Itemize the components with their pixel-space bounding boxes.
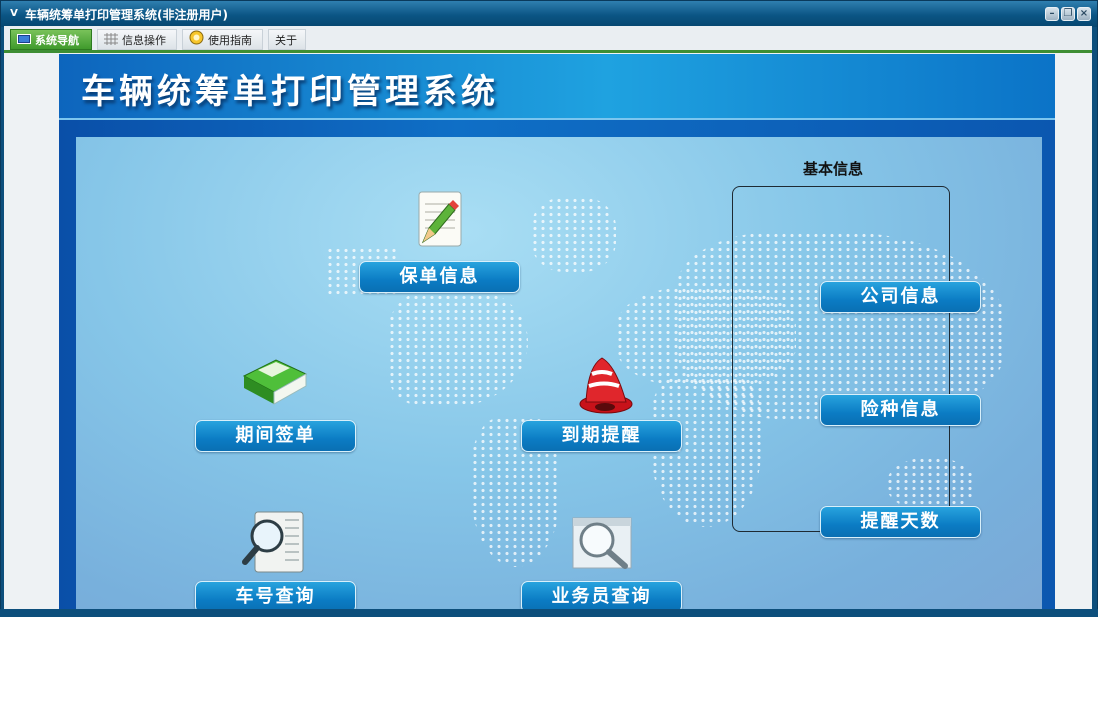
tab-about[interactable]: 关于	[268, 29, 306, 50]
tab-label: 关于	[275, 34, 297, 47]
document-edit-icon[interactable]	[413, 190, 465, 252]
page-title: 车辆统筹单打印管理系统	[81, 72, 499, 112]
map-dots	[531, 197, 616, 272]
window-bottom-border	[0, 609, 1098, 617]
minimize-icon[interactable]: –	[1045, 7, 1059, 21]
grid-icon	[104, 31, 118, 52]
magnifier-document-icon[interactable]	[239, 510, 307, 580]
window-title: 车辆统筹单打印管理系统(非注册用户)	[25, 8, 228, 22]
header-divider	[59, 118, 1055, 120]
header-banner: 车辆统筹单打印管理系统	[59, 54, 1055, 118]
basic-info-title: 基本信息	[803, 160, 864, 178]
expiry-reminder-button[interactable]: 到期提醒	[521, 420, 682, 452]
monitor-icon	[17, 31, 31, 52]
title-bar[interactable]: V 车辆统筹单打印管理系统(非注册用户) – ❐ ×	[1, 1, 1097, 27]
green-book-icon[interactable]	[240, 348, 310, 412]
tab-user-guide[interactable]: 使用指南	[182, 29, 263, 50]
tab-label: 信息操作	[122, 34, 166, 47]
tab-label: 使用指南	[208, 34, 252, 47]
policy-info-button[interactable]: 保单信息	[359, 261, 520, 293]
tab-info-operations[interactable]: 信息操作	[97, 29, 177, 50]
basic-info-group	[732, 186, 950, 532]
search-window-icon[interactable]	[567, 512, 635, 576]
close-icon[interactable]: ×	[1077, 7, 1091, 21]
restore-icon[interactable]: ❐	[1061, 7, 1075, 21]
map-dots	[388, 287, 528, 407]
insurance-types-button[interactable]: 险种信息	[820, 394, 981, 426]
reminder-days-button[interactable]: 提醒天数	[820, 506, 981, 538]
alarm-bell-icon[interactable]	[572, 352, 636, 420]
company-info-button[interactable]: 公司信息	[820, 281, 981, 313]
tab-system-navigation[interactable]: 系统导航	[10, 29, 92, 50]
app-logo-icon: V	[10, 8, 18, 19]
period-sign-button[interactable]: 期间签单	[195, 420, 356, 452]
help-icon	[189, 30, 204, 52]
tab-label: 系统导航	[35, 34, 79, 47]
